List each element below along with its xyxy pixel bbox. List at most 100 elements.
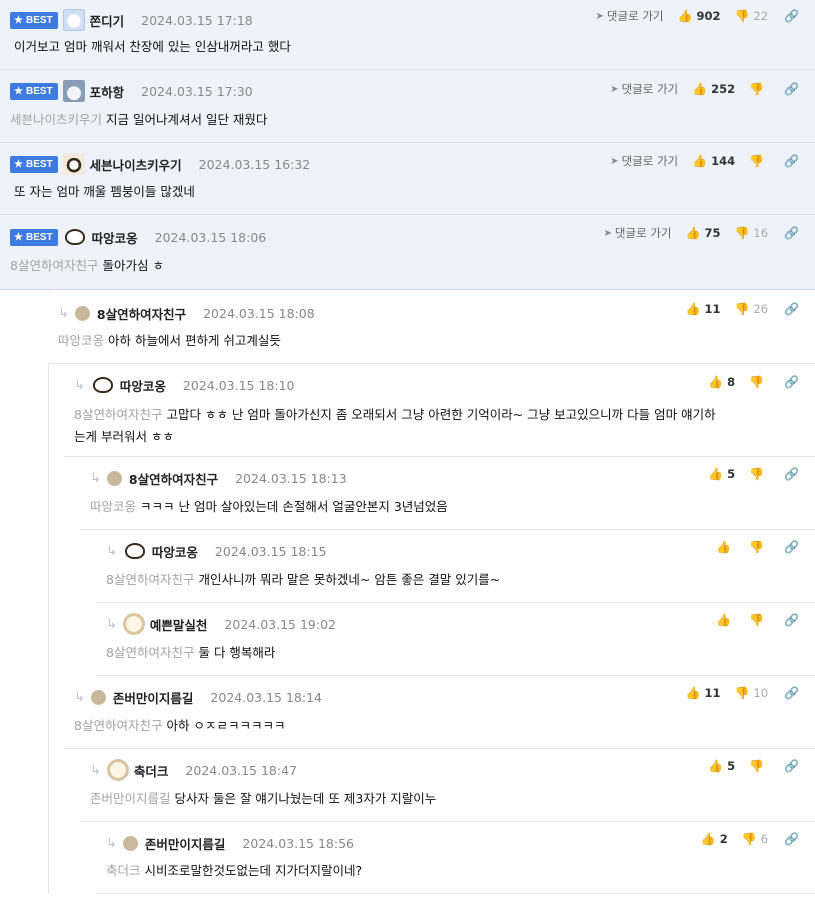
comment-author[interactable]: 예쁜말실천 (150, 615, 208, 634)
downvote-button[interactable]: 👎 (749, 467, 768, 481)
downvote-button[interactable]: 👎 (749, 613, 768, 627)
comment-author[interactable]: 축더크 (134, 761, 169, 780)
reply-arrow-icon: ↳ (106, 616, 117, 632)
link-icon[interactable]: 🔗 (784, 302, 799, 316)
reply-comment: ↳ 축더크 2024.03.15 18:47 👍 5 👎 🔗 존버만이지름길 당사자… (80, 749, 815, 822)
thumbs-down-icon: 👎 (734, 9, 750, 23)
comment-time: 2024.03.15 18:08 (203, 305, 315, 321)
downvote-button[interactable]: 👎 (749, 540, 768, 554)
comment-time: 2024.03.15 18:10 (182, 377, 295, 393)
link-icon[interactable]: 🔗 (784, 686, 799, 700)
dog-icon[interactable] (62, 153, 85, 175)
link-icon[interactable]: 🔗 (784, 154, 799, 168)
reply-comment: ↳ 존버만이지름길 2024.03.15 18:56 👍 2 👎 6 🔗 축더크 시비… (96, 822, 815, 894)
thumbs-up-icon: 👍 (708, 759, 724, 773)
comment-author[interactable]: 존버만이지름길 (113, 688, 194, 707)
goto-comment-link[interactable]: ➤ 댓글로 가기 (604, 225, 672, 241)
comment-author[interactable]: 쫀디기 (90, 11, 125, 30)
upvote-button[interactable]: 👍 2 (701, 832, 728, 846)
comment-time: 2024.03.15 19:02 (224, 616, 336, 632)
downvote-button[interactable]: 👎 (749, 154, 768, 168)
best-badge: ★ BEST (10, 228, 58, 246)
avatar[interactable] (122, 835, 138, 851)
link-icon[interactable]: 🔗 (784, 82, 799, 96)
goto-comment-link[interactable]: ➤ 댓글로 가기 (610, 153, 678, 169)
comment-author[interactable]: 존버만이지름길 (145, 834, 226, 853)
comment-author[interactable]: 따앙코옹 (120, 376, 166, 395)
avatar[interactable] (90, 689, 106, 705)
downvote-button[interactable]: 👎 10 (734, 686, 768, 700)
thumbs-up-icon: 👍 (685, 686, 701, 700)
fox-icon[interactable] (91, 375, 115, 395)
comment-author[interactable]: 포하항 (90, 82, 125, 101)
downvote-button[interactable]: 👎 26 (734, 302, 768, 316)
comment-time: 2024.03.15 18:15 (214, 543, 327, 559)
fox-icon[interactable] (63, 227, 87, 247)
puppy-icon[interactable] (106, 759, 129, 781)
avatar[interactable] (74, 305, 90, 321)
thumbs-down-icon: 👎 (734, 686, 750, 700)
comment-body: 또 자는 엄마 깨울 펨붕이들 많겠네 (14, 184, 195, 199)
thread-divider (48, 290, 49, 894)
reply-arrow-icon: ↳ (90, 470, 101, 486)
link-icon[interactable]: 🔗 (784, 226, 799, 240)
upvote-button[interactable]: 👍 5 (708, 759, 735, 773)
comment-time: 2024.03.15 18:56 (242, 835, 354, 851)
bear-icon[interactable] (62, 9, 85, 31)
comment-author[interactable]: 따앙코옹 (92, 228, 138, 247)
fox-icon[interactable] (123, 541, 147, 561)
comment-author[interactable]: 따앙코옹 (152, 542, 198, 561)
downvote-button[interactable]: 👎 (749, 759, 768, 773)
reply-comment: ↳ 예쁜말실천 2024.03.15 19:02 👍 👎 🔗 8살연하여자친구 둘… (96, 603, 815, 676)
upvote-button[interactable]: 👍 252 (692, 82, 735, 96)
upvote-button[interactable]: 👍 5 (708, 467, 735, 481)
link-icon[interactable]: 🔗 (784, 540, 799, 554)
upvote-button[interactable]: 👍 (716, 540, 735, 554)
link-icon[interactable]: 🔗 (784, 375, 799, 389)
comment-body: 따앙코옹 ㅋㅋㅋ 난 엄마 살아있는데 손절해서 얼굴안본지 3년넘었음 (90, 499, 448, 514)
best-comment: ★ BEST 쫀디기 2024.03.15 17:18 ➤ 댓글로 가기 👍 902 … (0, 0, 815, 70)
link-icon[interactable]: 🔗 (784, 9, 799, 23)
link-icon[interactable]: 🔗 (784, 832, 799, 846)
upvote-button[interactable]: 👍 11 (685, 302, 720, 316)
reply-comment: ↳ 존버만이지름길 2024.03.15 18:14 👍 11 👎 10 🔗 8살연… (64, 676, 815, 749)
upvote-button[interactable]: 👍 (716, 613, 735, 627)
thumbs-down-icon: 👎 (741, 832, 757, 846)
puppy-icon[interactable] (122, 613, 145, 635)
downvote-button[interactable]: 👎 (749, 82, 768, 96)
reply-arrow-icon: ↳ (74, 377, 85, 393)
best-badge: ★ BEST (10, 155, 58, 173)
comment-time: 2024.03.15 18:06 (154, 229, 267, 245)
thumbs-up-icon: 👍 (716, 540, 732, 554)
cat-icon[interactable] (62, 80, 85, 102)
reply-comment: ↳ 8살연하여자친구 2024.03.15 18:08 👍 11 👎 26 🔗 따앙… (48, 291, 815, 364)
goto-comment-link[interactable]: ➤ 댓글로 가기 (610, 81, 678, 97)
comment-author[interactable]: 8살연하여자친구 (97, 304, 186, 323)
upvote-button[interactable]: 👍 8 (708, 375, 735, 389)
upvote-button[interactable]: 👍 902 (677, 9, 720, 23)
comment-author[interactable]: 8살연하여자친구 (129, 469, 218, 488)
downvote-button[interactable]: 👎 16 (734, 226, 768, 240)
link-icon[interactable]: 🔗 (784, 613, 799, 627)
thumbs-up-icon: 👍 (685, 302, 701, 316)
link-icon[interactable]: 🔗 (784, 759, 799, 773)
downvote-button[interactable]: 👎 6 (742, 832, 768, 846)
goto-comment-link[interactable]: ➤ 댓글로 가기 (596, 8, 664, 24)
thumbs-up-icon: 👍 (708, 375, 724, 389)
comment-body: 8살연하여자친구 아하 ㅇㅈㄹㅋㅋㅋㅋㅋ (74, 718, 286, 733)
comment-author[interactable]: 세븐나이츠키우기 (90, 155, 182, 174)
downvote-button[interactable]: 👎 (749, 375, 768, 389)
thumbs-down-icon: 👎 (749, 540, 765, 554)
reply-arrow-icon: ↳ (58, 305, 69, 321)
thumbs-down-icon: 👎 (749, 82, 765, 96)
upvote-button[interactable]: 👍 11 (685, 686, 720, 700)
link-icon[interactable]: 🔗 (784, 467, 799, 481)
upvote-button[interactable]: 👍 144 (692, 154, 735, 168)
thumbs-up-icon: 👍 (700, 832, 716, 846)
thumbs-down-icon: 👎 (749, 613, 765, 627)
comment-body: 축더크 시비조로말한것도없는데 지가더지랄이네? (106, 863, 363, 878)
avatar[interactable] (106, 470, 122, 486)
upvote-button[interactable]: 👍 75 (685, 226, 720, 240)
downvote-button[interactable]: 👎 22 (734, 9, 768, 23)
reply-arrow-icon: ↳ (90, 762, 101, 778)
